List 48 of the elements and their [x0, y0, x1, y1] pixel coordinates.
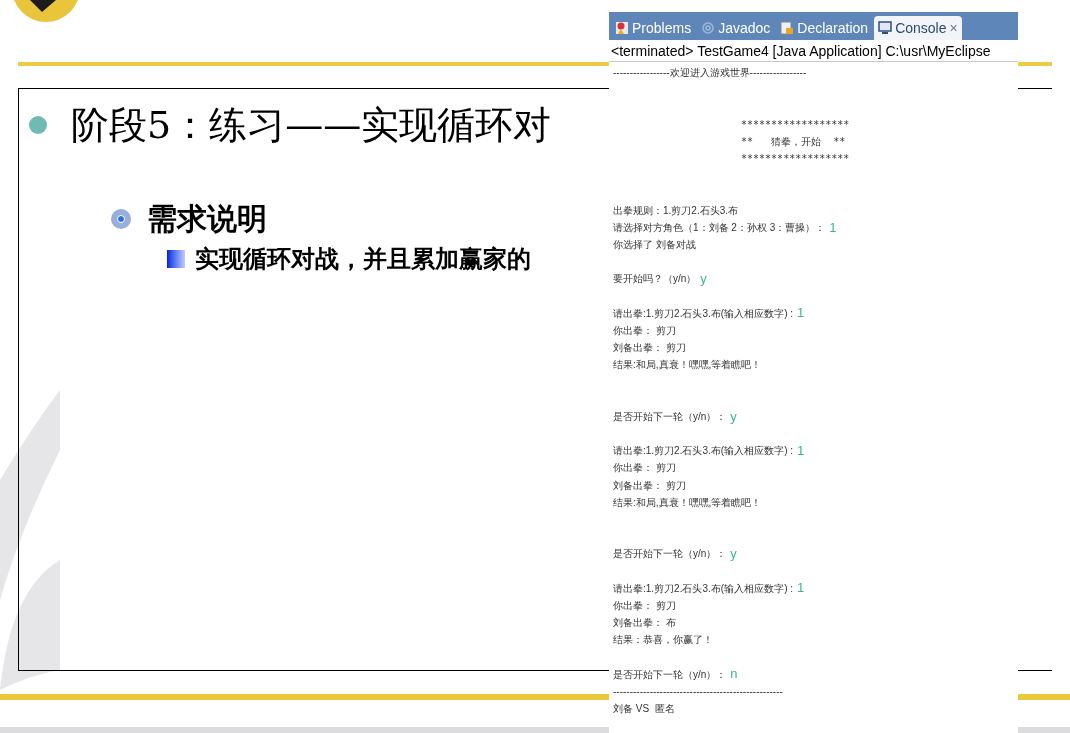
slide-title: 阶段5：练习——实现循环对: [71, 102, 552, 149]
console-line: 刘备 VS 匿名: [613, 702, 675, 717]
console-line: 你选择了 刘备对战: [613, 237, 696, 252]
typed-answer-text: 1: [797, 304, 805, 323]
console-header: <terminated> TestGame4 [Java Application] C:\usr\MyEclipse: [609, 40, 1018, 62]
typed-answer-text: y: [700, 270, 707, 289]
view-tab[interactable]: Problems: [611, 16, 696, 40]
console-line: 请出拳:1.剪刀2.石头3.布(输入相应数字) :: [613, 444, 793, 459]
document-icon: [780, 21, 795, 35]
typed-answer-text: n: [730, 665, 738, 684]
console-line: ---------------------------------------------------: [613, 684, 783, 699]
console-line: 你出拳： 剪刀: [613, 598, 676, 613]
close-icon[interactable]: ×: [949, 17, 958, 39]
square-bullet-icon: [167, 250, 185, 268]
console-line: 是否开始下一轮（y/n）：: [613, 667, 727, 682]
bullet-point: 实现循环对战，并且累加赢家的: [195, 244, 531, 274]
typed-answer-text: 1: [829, 218, 837, 237]
console-line: 结果:和局,真衰！嘿嘿,等着瞧吧！: [613, 358, 762, 373]
typed-answer-text: 1: [797, 441, 805, 460]
console-line: 是否开始下一轮（y/n）：: [613, 409, 727, 424]
view-tab[interactable]: Console ×: [874, 16, 962, 40]
console-line: 请出拳:1.剪刀2.石头3.布(输入相应数字) :: [613, 306, 793, 321]
bullet-icon: [111, 209, 131, 229]
console-line: ** 猜拳，开始 **: [741, 134, 846, 149]
console-line: ******************: [741, 117, 850, 132]
subheading: 需求说明: [147, 201, 267, 237]
console-line: 刘备出拳： 布: [613, 616, 676, 631]
console-line: 结果:和局,真衰！嘿嘿,等着瞧吧！: [613, 495, 762, 510]
monitor-icon: [878, 21, 893, 35]
console-line: 刘备出拳： 剪刀: [613, 341, 686, 356]
console-line: 请选择对方角色（1：刘备 2：孙权 3：曹操）：: [613, 220, 826, 235]
console-line: 要开始吗？（y/n）: [613, 272, 697, 287]
typed-answer-text: y: [730, 545, 737, 564]
console-line: 结果：恭喜，你赢了！: [613, 633, 713, 648]
typed-answer-text: 1: [797, 579, 805, 598]
console-line: 请出拳:1.剪刀2.石头3.布(输入相应数字) :: [613, 581, 793, 596]
typed-answer-text: y: [730, 407, 737, 426]
bullet-icon: [29, 116, 47, 134]
console-line: 你出拳： 剪刀: [613, 323, 676, 338]
console-line: -----------------欢迎进入游戏世界-----------------: [613, 66, 807, 81]
console-line: 刘备出拳： 剪刀: [613, 478, 686, 493]
view-tab[interactable]: Javadoc: [697, 16, 775, 40]
console-line: 出拳规则：1.剪刀2.石头3.布: [613, 203, 739, 218]
console-line: 是否开始下一轮（y/n）：: [613, 547, 727, 562]
view-tab[interactable]: Declaration: [776, 16, 873, 40]
console-line: 你出拳： 剪刀: [613, 461, 676, 476]
console-line: ******************: [741, 152, 850, 167]
logo-icon: [12, 0, 80, 22]
